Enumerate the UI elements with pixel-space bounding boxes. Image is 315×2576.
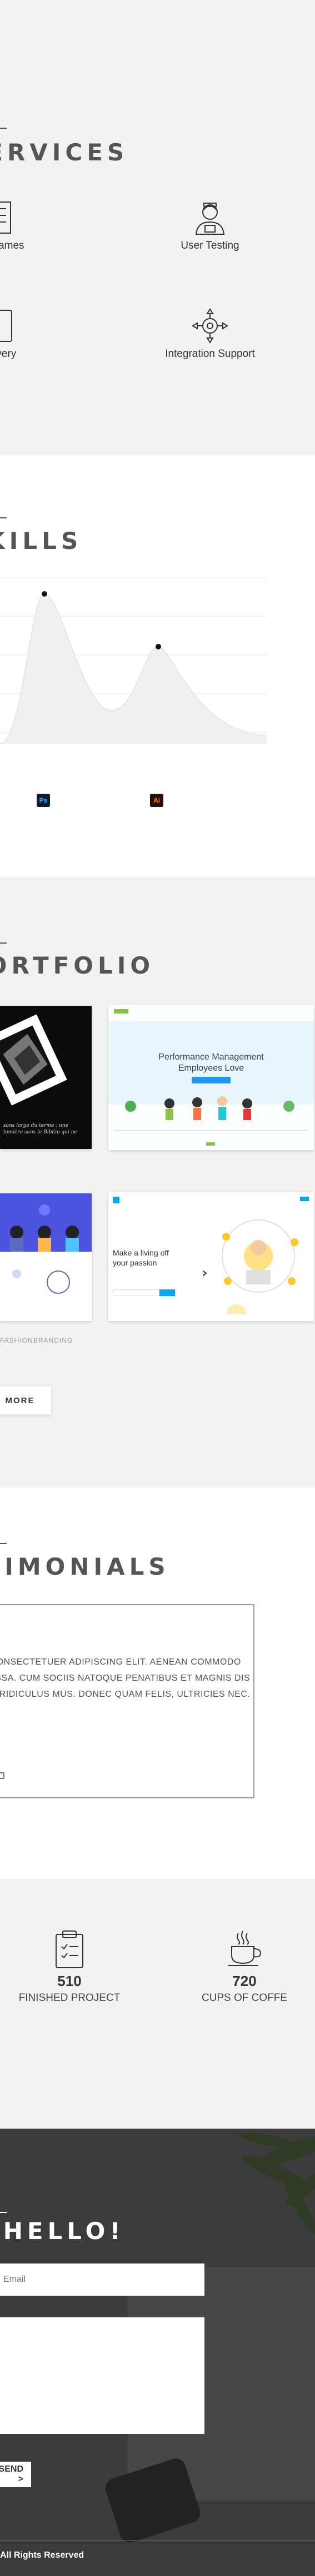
contact-section: SAY HELLO! SEND > All Rights Reserved	[0, 2129, 315, 2576]
service-label: Wireframes	[0, 240, 24, 251]
title-dash	[0, 128, 7, 129]
title-dash	[0, 942, 7, 944]
more-button[interactable]: MORE	[0, 1387, 51, 1414]
people-illustration	[125, 1096, 294, 1120]
illustrator-icon: Ai	[150, 794, 163, 807]
stat-number: 510	[57, 1973, 82, 1989]
testimonials-title: TESTIMONIALS	[0, 1553, 170, 1580]
portfolio-tag[interactable]: BRANDING	[33, 1337, 73, 1344]
skills-title: SKILLS	[0, 527, 83, 554]
mini-cta	[159, 1289, 175, 1296]
portfolio-perf-title: Performance Management Employees Love	[158, 1052, 264, 1073]
email-mini-field	[113, 1289, 159, 1296]
cta-button	[192, 1077, 231, 1083]
nav-button	[300, 1197, 309, 1201]
portfolio-dark-caption: sans large du terme : une lumière sans l…	[3, 1123, 77, 1135]
portfolio-living-title: Make a living off your passion	[113, 1248, 169, 1267]
service-label: Delivery	[0, 348, 17, 360]
footer-divider	[0, 2540, 315, 2541]
service-user-testing: User Testing	[166, 200, 254, 252]
user-testing-icon	[195, 203, 225, 235]
stat-caption: FINISHED PROJECT	[18, 1992, 121, 2004]
portfolio-item-performance[interactable]: Performance Management Employees Love	[108, 1005, 314, 1150]
integration-support-icon	[192, 308, 228, 344]
services-section: SERVICES Wireframes User Testing Deliver…	[0, 0, 315, 455]
stat-caption: CUPS OF COFFE	[201, 1992, 288, 2004]
stat-number: 720	[232, 1973, 257, 1989]
portfolio-tag[interactable]: FASHION	[0, 1337, 33, 1344]
blue-illustration	[10, 1204, 79, 1294]
skill-point	[42, 591, 47, 597]
stat-cups-of-coffee: 720 CUPS OF COFFE	[189, 1929, 300, 2004]
skills-section: SKILLS Ps Ai	[0, 455, 315, 877]
portfolio-item-blue[interactable]	[0, 1193, 92, 1321]
logo-icon	[113, 1197, 119, 1203]
service-label: User Testing	[181, 240, 239, 251]
living-illustration	[203, 1219, 298, 1314]
portfolio-item-living[interactable]: Make a living off your passion	[108, 1192, 314, 1321]
divider	[114, 1130, 308, 1131]
skill-point	[156, 644, 161, 649]
coffee-cup-icon	[228, 1930, 262, 1966]
title-dash	[0, 517, 7, 518]
delivery-icon	[0, 310, 12, 342]
portfolio-item-dark[interactable]: sans large du terme : une lumière sans l…	[0, 1006, 92, 1149]
logo-icon	[114, 1009, 128, 1014]
service-delivery: Delivery	[0, 308, 39, 360]
testimonial-quote: LOREM IPSUM DOLOR SIT AMET, CONSECTETUER…	[0, 1657, 251, 1699]
portfolio-section: PORTFOLIO sans large du terme : une lumi…	[0, 877, 315, 1488]
send-button[interactable]: SEND >	[0, 2462, 31, 2487]
stats-section: 510 FINISHED PROJECT 720 CUPS OF COFFE	[0, 1879, 315, 2129]
title-dash	[0, 2212, 7, 2213]
portfolio-dark-illustration	[0, 1014, 67, 1106]
logo-mini-icon	[206, 1142, 215, 1146]
contact-title: SAY HELLO!	[0, 2217, 125, 2245]
portfolio-title: PORTFOLIO	[0, 952, 155, 979]
service-integration-support: Integration Support	[149, 308, 271, 360]
email-field[interactable]	[0, 2264, 204, 2296]
service-wireframes: Wireframes	[0, 200, 39, 252]
footer-copyright: All Rights Reserved	[0, 2550, 84, 2560]
message-field[interactable]	[0, 2317, 204, 2434]
wireframes-icon	[0, 201, 11, 234]
service-label: Integration Support	[165, 348, 255, 360]
clipboard-icon	[56, 1930, 83, 1968]
stat-finished-projects: 510 FINISHED PROJECT	[6, 1929, 133, 2004]
testimonials-section: TESTIMONIALS LOREM IPSUM DOLOR SIT AMET,…	[0, 1488, 315, 1887]
title-dash	[0, 1543, 7, 1544]
services-title: SERVICES	[0, 139, 129, 166]
photoshop-icon: Ps	[37, 794, 50, 807]
testimonial-nav-icon[interactable]	[0, 1772, 4, 1779]
